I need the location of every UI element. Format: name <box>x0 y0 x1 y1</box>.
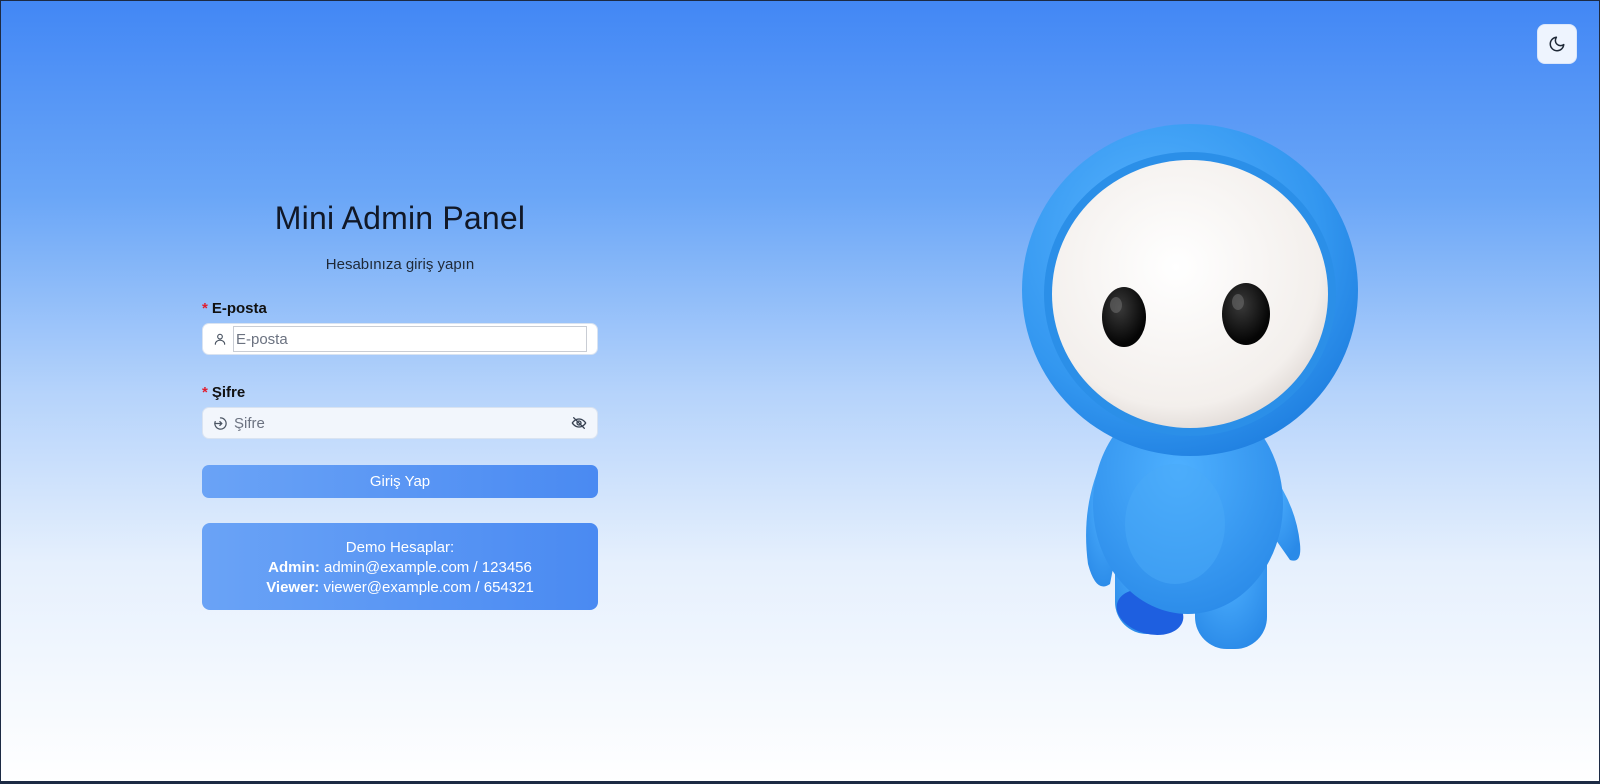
email-field-group: * E-posta <box>202 300 598 355</box>
required-marker: * <box>202 300 208 317</box>
theme-toggle-button[interactable] <box>1537 24 1577 64</box>
eye-off-icon[interactable] <box>571 415 587 431</box>
email-label: * E-posta <box>202 300 267 317</box>
moon-icon <box>1549 36 1565 52</box>
login-button[interactable]: Giriş Yap <box>202 465 598 498</box>
email-input-wrapper[interactable] <box>202 323 598 355</box>
demo-heading: Demo Hesaplar: <box>345 539 455 556</box>
demo-account-viewer: Viewer: viewer@example.com / 654321 <box>266 579 534 596</box>
page-title: Mini Admin Panel <box>274 200 526 236</box>
password-label: * Şifre <box>202 384 246 401</box>
login-card: Mini Admin Panel Hesabınıza giriş yapın … <box>202 200 598 610</box>
page-subtitle: Hesabınıza giriş yapın <box>325 256 475 273</box>
mascot-illustration <box>1022 124 1358 649</box>
password-input-wrapper[interactable] <box>202 407 598 439</box>
login-icon <box>214 416 227 430</box>
email-input[interactable] <box>233 326 587 352</box>
user-icon <box>214 333 226 345</box>
required-marker: * <box>202 384 208 401</box>
password-field-group: * Şifre <box>202 384 598 439</box>
demo-accounts-box: Demo Hesaplar: Admin: admin@example.com … <box>202 523 598 610</box>
demo-account-admin: Admin: admin@example.com / 123456 <box>268 559 532 576</box>
password-input[interactable] <box>234 414 565 432</box>
